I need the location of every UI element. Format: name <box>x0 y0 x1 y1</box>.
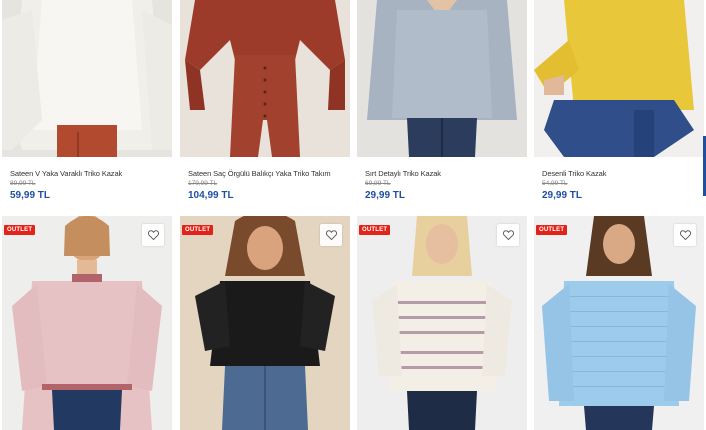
product-image[interactable] <box>534 0 704 157</box>
old-price: 89,99 TL <box>10 180 36 187</box>
heart-icon <box>679 230 691 240</box>
product-image[interactable] <box>180 0 350 157</box>
heart-icon <box>325 230 337 240</box>
product-photo <box>534 0 704 157</box>
product-card[interactable]: OUTLET <box>2 216 172 430</box>
product-card[interactable]: OUTLET <box>180 216 350 430</box>
sale-price: 59,99 TL <box>10 190 51 201</box>
product-photo <box>534 216 704 430</box>
product-image[interactable]: OUTLET <box>357 216 527 430</box>
sale-price: 29,99 TL <box>365 190 406 201</box>
favorite-button[interactable] <box>320 224 342 246</box>
old-price: 54,99 TL <box>542 180 568 187</box>
product-name[interactable]: Sateen V Yaka Varaklı Triko Kazak <box>10 169 122 178</box>
product-card[interactable]: Sateen Saç Örgülü Balıkçı Yaka Triko Tak… <box>180 0 350 210</box>
old-price: 179,99 TL <box>188 180 218 187</box>
product-card[interactable]: Desenli Triko Kazak 54,99 TL 29,99 TL <box>534 0 704 210</box>
product-name[interactable]: Sırt Detaylı Triko Kazak <box>365 169 441 178</box>
product-photo <box>357 0 527 157</box>
outlet-badge: OUTLET <box>182 225 214 235</box>
product-name[interactable]: Sateen Saç Örgülü Balıkçı Yaka Triko Tak… <box>188 169 331 178</box>
favorite-button[interactable] <box>142 224 164 246</box>
outlet-badge: OUTLET <box>536 225 568 235</box>
product-image[interactable]: OUTLET <box>2 216 172 430</box>
product-photo <box>2 216 172 430</box>
product-image[interactable]: OUTLET <box>534 216 704 430</box>
product-photo <box>2 0 172 157</box>
heart-icon <box>502 230 514 240</box>
product-card[interactable]: OUTLET <box>534 216 704 430</box>
product-image[interactable] <box>2 0 172 157</box>
outlet-badge: OUTLET <box>4 225 36 235</box>
sale-price: 104,99 TL <box>188 190 234 201</box>
product-card[interactable]: Sateen V Yaka Varaklı Triko Kazak 89,99 … <box>2 0 172 210</box>
product-image[interactable] <box>357 0 527 157</box>
product-photo <box>180 0 350 157</box>
product-photo <box>357 216 527 430</box>
favorite-button[interactable] <box>674 224 696 246</box>
product-photo <box>180 216 350 430</box>
old-price: 69,99 TL <box>365 180 391 187</box>
product-image[interactable]: OUTLET <box>180 216 350 430</box>
favorite-button[interactable] <box>497 224 519 246</box>
heart-icon <box>147 230 159 240</box>
product-card[interactable]: OUTLET <box>357 216 527 430</box>
sale-price: 29,99 TL <box>542 190 583 201</box>
product-name[interactable]: Desenli Triko Kazak <box>542 169 606 178</box>
product-card[interactable]: Sırt Detaylı Triko Kazak 69,99 TL 29,99 … <box>357 0 527 210</box>
outlet-badge: OUTLET <box>359 225 391 235</box>
